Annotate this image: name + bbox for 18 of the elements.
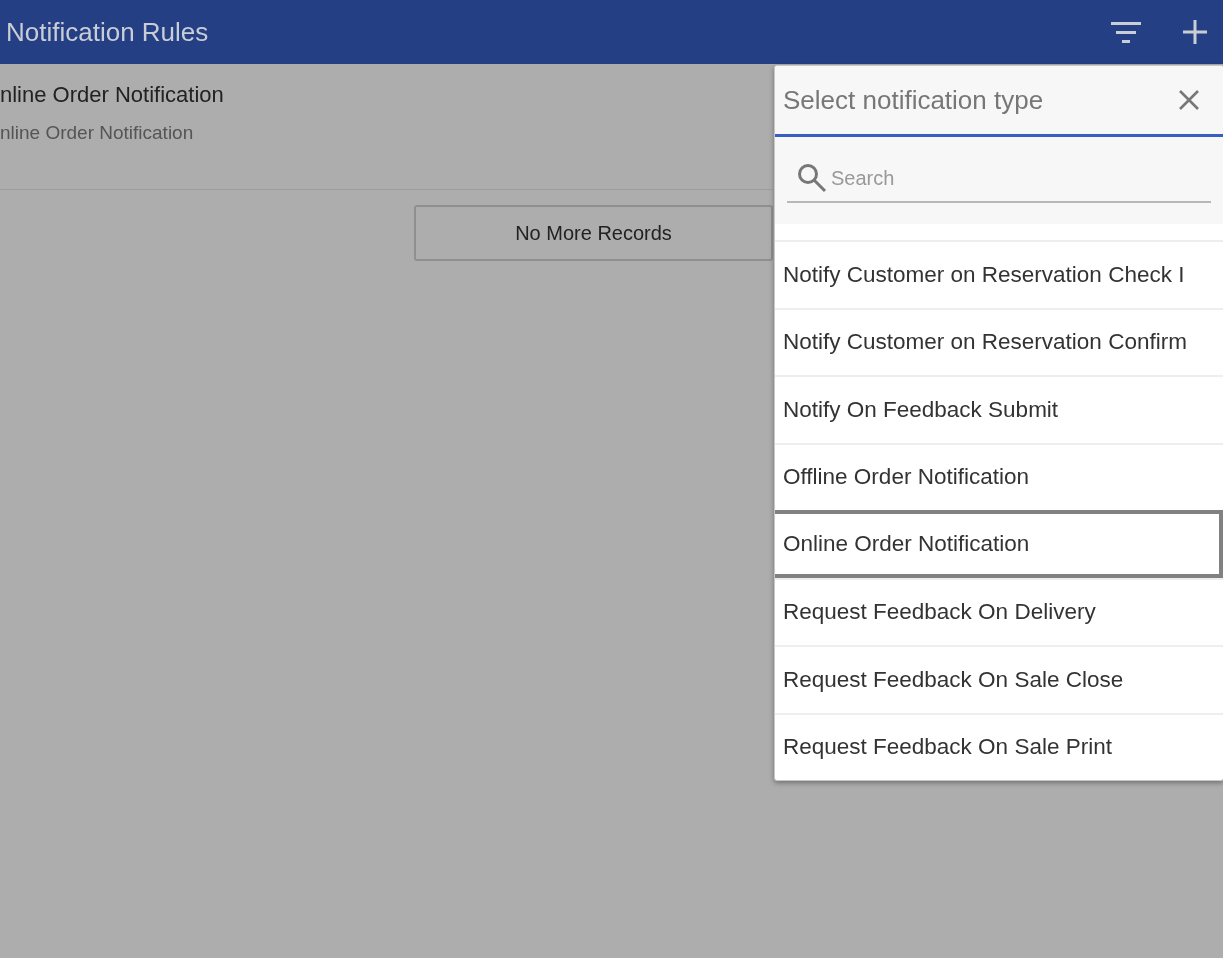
notification-type-item[interactable]: Request Feedback On Sale Close [775,645,1223,713]
notification-type-item[interactable]: Notify Customer on Reservation Check I [775,240,1223,308]
picker-title: Select notification type [783,84,1045,116]
no-more-records-button[interactable]: No More Records [414,205,773,261]
rule-subtitle: nline Order Notification [0,122,195,144]
notification-type-item[interactable]: Request Feedback On Sale Print [775,712,1223,780]
rule-item[interactable]: nline Order Notification nline Order Notification [0,64,773,190]
notification-type-item[interactable]: Online Order Notification [775,510,1223,578]
notification-type-item[interactable]: Notify Customer on Reservation Confirm [775,307,1223,375]
notification-type-item[interactable]: Notify On Feedback Submit [775,375,1223,443]
search-icon [797,163,827,193]
add-icon[interactable] [1183,20,1207,44]
app-title: Notification Rules [6,16,210,48]
close-icon[interactable] [1179,90,1199,110]
notification-type-item[interactable]: Offline Order Notification [775,442,1223,510]
notification-type-item[interactable]: Request Feedback On Delivery [775,577,1223,645]
filter-icon[interactable] [1111,21,1141,43]
rule-title: nline Order Notification [0,82,225,108]
